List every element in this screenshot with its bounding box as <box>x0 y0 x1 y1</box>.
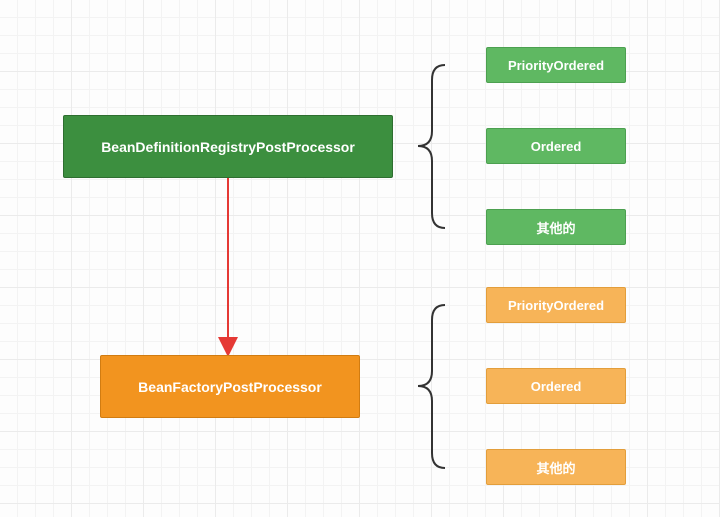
node-label: Ordered <box>531 379 582 394</box>
node-label: BeanFactoryPostProcessor <box>138 379 322 395</box>
node-registry-post-processor: BeanDefinitionRegistryPostProcessor <box>63 115 393 178</box>
node-factory-post-processor: BeanFactoryPostProcessor <box>100 355 360 418</box>
diagram-canvas: BeanDefinitionRegistryPostProcessor Bean… <box>0 0 720 517</box>
node-label: PriorityOrdered <box>508 58 604 73</box>
node-label: 其他的 <box>536 458 575 477</box>
node-orange-priority-ordered: PriorityOrdered <box>486 287 626 323</box>
node-green-ordered: Ordered <box>486 128 626 164</box>
node-green-priority-ordered: PriorityOrdered <box>486 47 626 83</box>
brace-orange <box>418 305 445 468</box>
node-orange-other: 其他的 <box>486 449 626 485</box>
node-green-other: 其他的 <box>486 209 626 245</box>
node-label: 其他的 <box>536 218 575 237</box>
node-label: BeanDefinitionRegistryPostProcessor <box>101 139 355 155</box>
node-orange-ordered: Ordered <box>486 368 626 404</box>
brace-green <box>418 65 445 228</box>
node-label: Ordered <box>531 139 582 154</box>
node-label: PriorityOrdered <box>508 298 604 313</box>
